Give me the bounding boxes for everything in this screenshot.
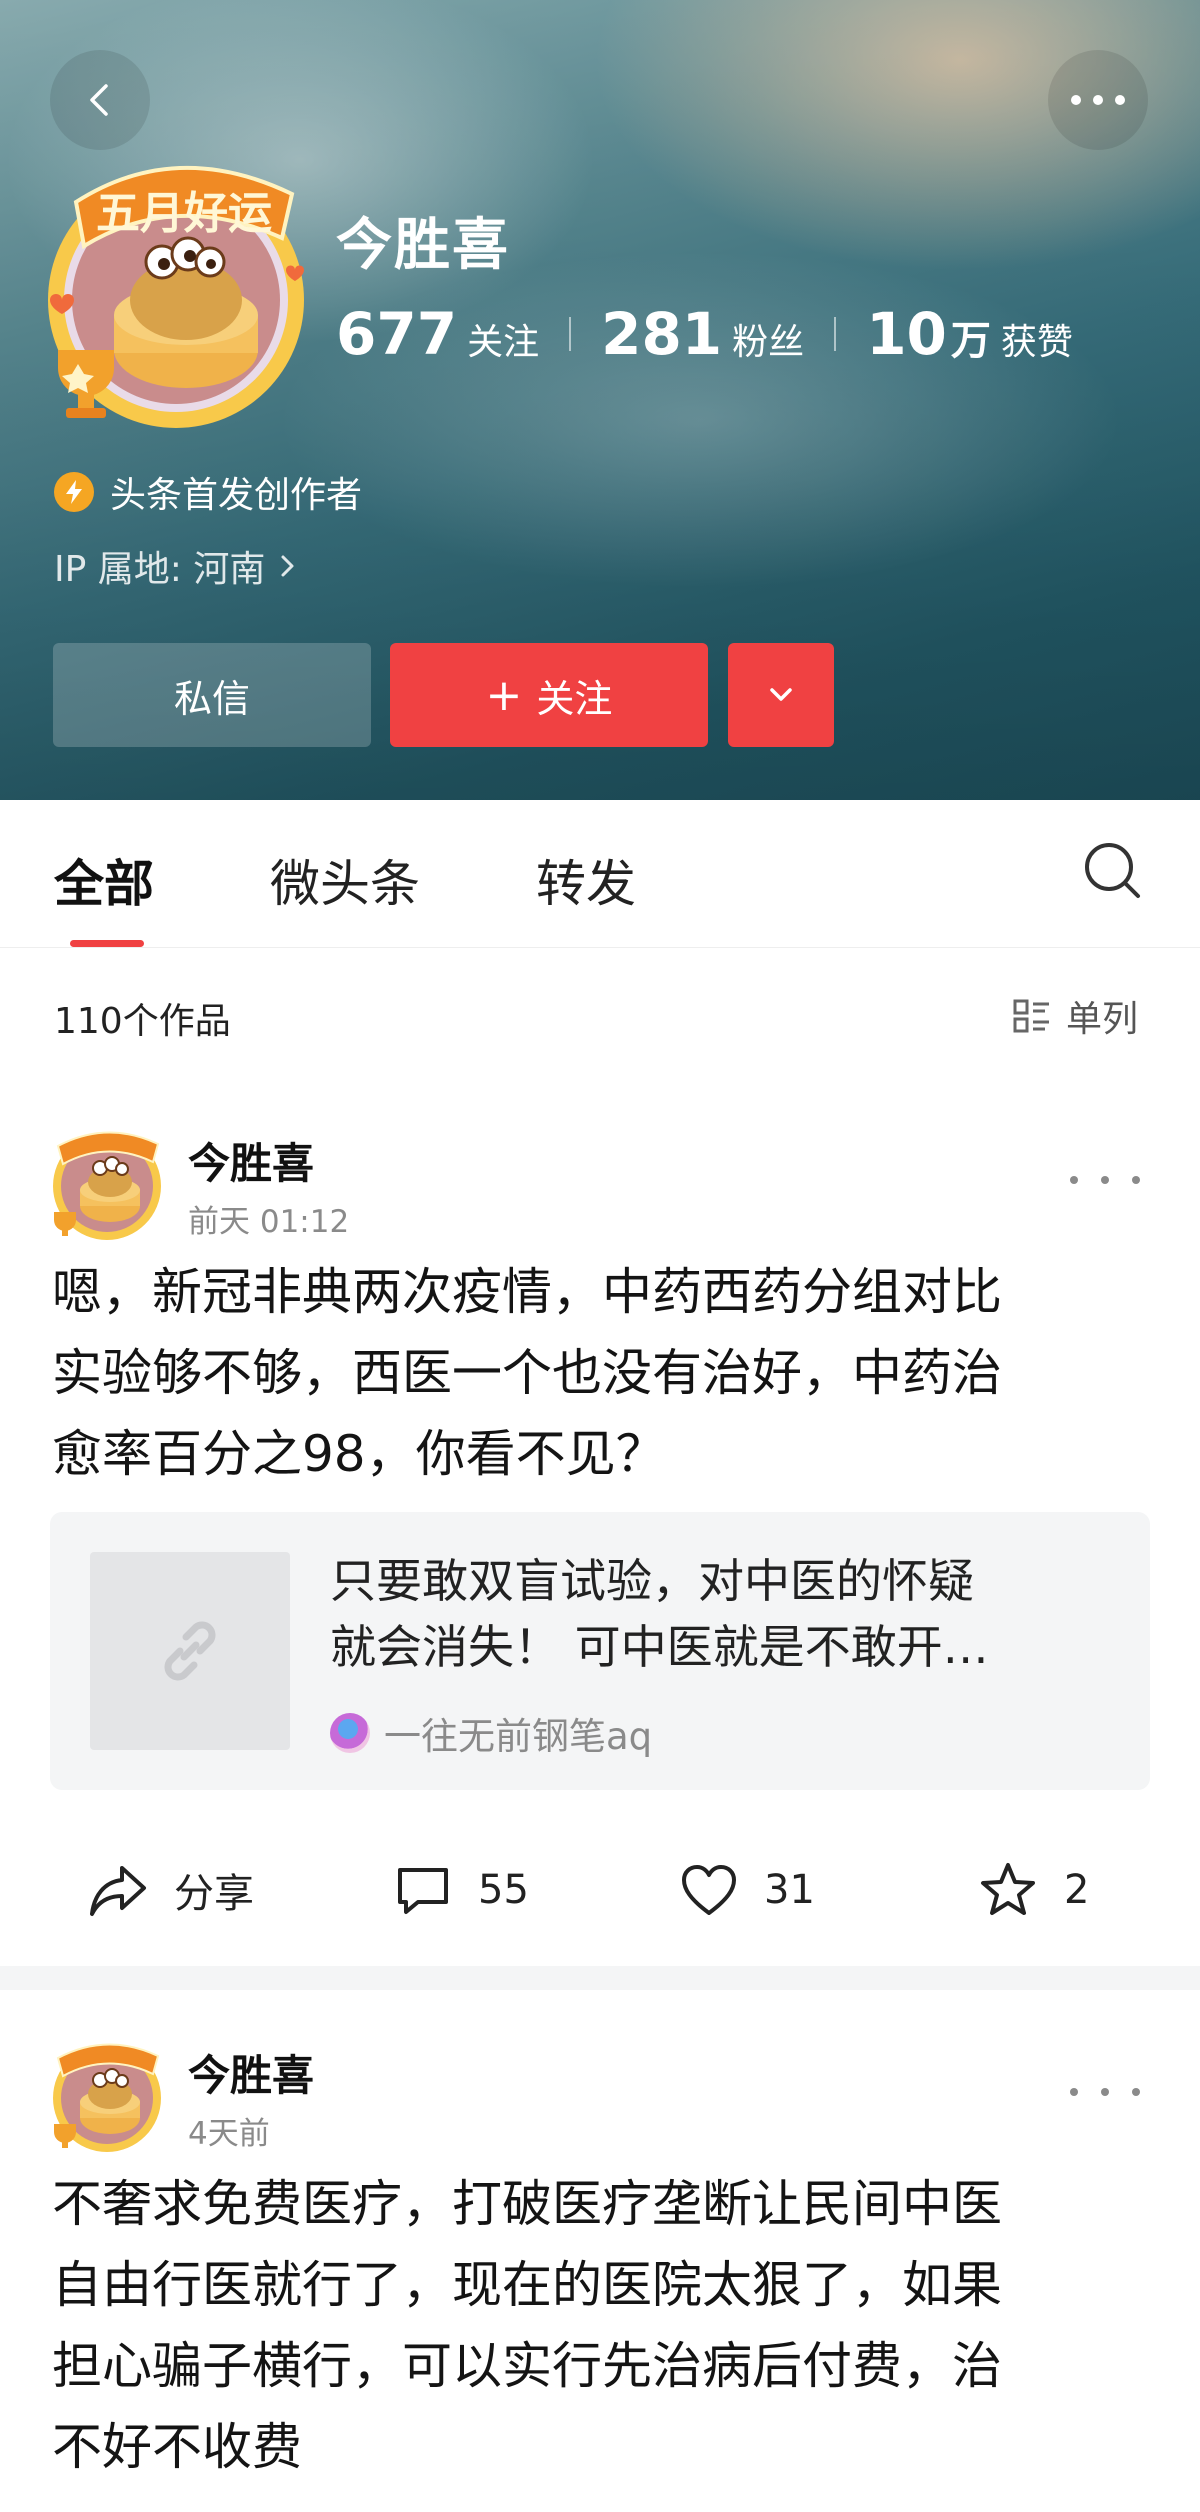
share-icon <box>90 1866 146 1916</box>
link-title: 只要敢双盲试验，对中医的怀疑 就会消失！ 可中医就是不敢开… <box>330 1548 1120 1680</box>
link-title-line: 只要敢双盲试验，对中医的怀疑 <box>330 1554 974 1608</box>
like-button[interactable]: 31 <box>680 1850 815 1930</box>
stat-label: 获赞 <box>1000 322 1073 363</box>
recommend-dropdown-button[interactable] <box>728 643 834 747</box>
stat-unit: 万 <box>950 318 991 364</box>
more-dot <box>1070 1176 1078 1184</box>
ip-location[interactable]: IP 属地: 河南 <box>54 540 303 592</box>
search-icon <box>1085 843 1140 898</box>
follow-button[interactable]: + 关注 <box>390 643 708 747</box>
post-body-text[interactable]: 嗯，新冠非典两次疫情，中药西药分组对比 实验够不够，西医一个也没有治好，中药治 … <box>52 1252 1162 1495</box>
view-mode-label: 单列 <box>1066 999 1139 1040</box>
ip-location-label: IP 属地: 河南 <box>54 549 266 590</box>
avatar-badge-text: 五月好运 <box>96 188 272 239</box>
link-thumbnail <box>90 1552 290 1750</box>
comment-icon <box>398 1868 448 1914</box>
profile-stats: 677 关注 281 粉丝 10 万 获赞 <box>336 300 1073 368</box>
more-options-button[interactable] <box>1048 50 1148 150</box>
stat-likes[interactable]: 10 万 获赞 <box>866 300 1073 368</box>
list-view-icon <box>1013 999 1049 1033</box>
chevron-left-icon <box>90 84 108 116</box>
post-body-text[interactable]: 不奢求免费医疗，打破医疗垄断让民间中医 自由行医就行了，现在的医院太狠了，如果 … <box>52 2164 1162 2488</box>
link-title-line: 就会消失！ 可中医就是不敢开… <box>330 1620 989 1674</box>
more-dot <box>1101 1176 1109 1184</box>
view-mode-toggle[interactable]: 单列 <box>1012 990 1138 1042</box>
more-dot <box>1070 2088 1078 2096</box>
plus-icon: + <box>485 669 523 721</box>
share-label: 分享 <box>174 1871 254 1917</box>
creator-badge[interactable]: 头条首发创作者 <box>54 466 362 518</box>
chevron-right-icon <box>281 555 294 577</box>
stat-number: 677 <box>336 300 458 368</box>
post-actions: 分享 55 31 2 <box>0 1850 1200 1930</box>
like-count: 31 <box>764 1867 815 1913</box>
comment-count: 55 <box>478 1867 529 1913</box>
chevron-down-icon <box>770 688 792 701</box>
author-avatar[interactable] <box>48 2036 166 2154</box>
post-more-button[interactable] <box>1070 2072 1140 2112</box>
tab-micro-posts[interactable]: 微头条 <box>270 844 420 916</box>
heart-icon <box>682 1865 736 1915</box>
more-dot <box>1132 1176 1140 1184</box>
follow-button-label: 关注 <box>536 676 613 721</box>
stat-label: 关注 <box>467 322 540 363</box>
link-icon <box>164 1621 216 1681</box>
post-timestamp: 前天 01:12 <box>188 1204 350 1240</box>
profile-avatar[interactable]: 五月好运 <box>36 150 308 440</box>
more-dot <box>1132 2088 1140 2096</box>
author-avatar[interactable] <box>48 1124 166 1242</box>
profile-name: 今胜喜 <box>336 213 510 278</box>
creator-badge-label: 头条首发创作者 <box>110 475 363 516</box>
back-button[interactable] <box>50 50 150 150</box>
stat-divider <box>834 317 837 351</box>
content-tabs: 全部 微头条 转发 <box>0 800 1200 948</box>
post-more-button[interactable] <box>1070 1160 1140 1200</box>
post-divider <box>0 1966 1200 1990</box>
comment-button[interactable]: 55 <box>394 1850 529 1930</box>
stat-number: 10 <box>866 300 947 368</box>
link-source: 一往无前钢笔aq <box>330 1706 652 1760</box>
search-button[interactable] <box>1078 836 1148 906</box>
post-author-name[interactable]: 今胜喜 <box>188 1130 314 1191</box>
star-icon <box>981 1863 1035 1915</box>
stat-number: 281 <box>601 300 723 368</box>
message-button-label: 私信 <box>173 676 250 721</box>
stat-divider <box>569 317 572 351</box>
favorite-count: 2 <box>1064 1867 1090 1913</box>
stat-label: 粉丝 <box>732 322 805 363</box>
stat-followers[interactable]: 281 粉丝 <box>601 300 804 368</box>
source-avatar <box>330 1713 370 1753</box>
share-button[interactable]: 分享 <box>88 1850 254 1930</box>
profile-header: 五月好运 今胜喜 677 关注 281 粉丝 10 万 获赞 头条首发创作者 I… <box>0 0 1200 800</box>
lightning-icon <box>54 472 94 512</box>
works-count: 110个作品 <box>54 1001 231 1042</box>
tab-reposts[interactable]: 转发 <box>536 844 636 916</box>
shared-link-card[interactable]: 只要敢双盲试验，对中医的怀疑 就会消失！ 可中医就是不敢开… 一往无前钢笔aq <box>50 1512 1150 1790</box>
message-button[interactable]: 私信 <box>53 643 371 747</box>
stat-following[interactable]: 677 关注 <box>336 300 539 368</box>
more-dot <box>1101 2088 1109 2096</box>
post-timestamp: 4天前 <box>188 2116 270 2152</box>
favorite-button[interactable]: 2 <box>978 1850 1089 1930</box>
active-tab-indicator <box>70 940 144 947</box>
post-author-name[interactable]: 今胜喜 <box>188 2042 314 2103</box>
tab-all[interactable]: 全部 <box>54 844 154 916</box>
link-source-name: 一往无前钢笔aq <box>384 1715 653 1758</box>
more-icon <box>1071 95 1125 105</box>
